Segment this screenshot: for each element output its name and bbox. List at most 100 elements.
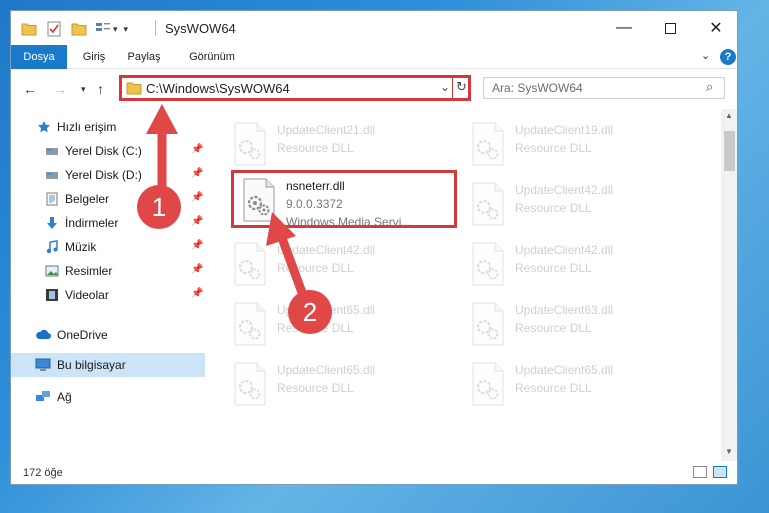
sidebar-item-label: OneDrive <box>57 328 108 342</box>
file-item[interactable]: UpdateClient42.dll Resource DLL <box>231 241 451 295</box>
file-name: UpdateClient19.dll <box>515 123 614 137</box>
file-name: UpdateClient42.dll <box>277 243 376 257</box>
sidebar-item-disk-d[interactable]: Yerel Disk (D:) 📌 <box>11 163 205 187</box>
sidebar-item-quick-access[interactable]: Hızlı erişim <box>11 115 205 139</box>
file-name: UpdateClient65.dll <box>277 303 376 317</box>
drive-icon <box>46 148 58 155</box>
dll-file-icon <box>472 362 504 406</box>
download-icon <box>47 217 57 229</box>
recent-locations-icon[interactable]: ▾ <box>81 84 86 95</box>
file-name: UpdateClient42.dll <box>515 243 614 257</box>
help-icon[interactable]: ? <box>720 49 736 65</box>
tab-giris[interactable]: Giriş <box>71 45 117 69</box>
tiles-view-icon[interactable] <box>713 466 727 478</box>
navigation-bar: ← → ▾ ↑ C:\Windows\SysWOW64 ⌄ ↻ Ara: Sys… <box>11 69 737 109</box>
sidebar-item-pictures[interactable]: Resimler 📌 <box>11 259 205 283</box>
quick-access-toolbar: ▾ ▾ <box>21 20 128 38</box>
title-divider <box>155 20 156 36</box>
file-type: Resource DLL <box>515 321 592 335</box>
tab-paylas[interactable]: Paylaş <box>119 45 169 69</box>
file-name: UpdateClient21.dll <box>277 123 376 137</box>
file-item-selected[interactable]: nsneterr.dll 9.0.0.3372 Windows Media Se… <box>240 177 460 231</box>
minimize-button[interactable]: — <box>601 11 647 45</box>
refresh-icon[interactable]: ↻ <box>456 79 467 95</box>
pin-icon[interactable]: 📌 <box>191 216 203 227</box>
minimize-icon: — <box>616 19 632 36</box>
details-view-icon[interactable] <box>693 466 707 478</box>
dll-file-icon <box>234 302 266 346</box>
search-icon[interactable]: ⌕ <box>706 79 713 95</box>
file-item[interactable]: UpdateClient65.dll Resource DLL <box>469 361 689 415</box>
sidebar-item-onedrive[interactable]: OneDrive <box>11 323 205 347</box>
sidebar-item-label: Ağ <box>57 390 72 404</box>
pin-icon[interactable]: 📌 <box>191 192 203 203</box>
scrollbar-thumb[interactable] <box>724 131 735 171</box>
address-text[interactable]: C:\Windows\SysWOW64 <box>146 81 290 96</box>
expand-ribbon-icon[interactable]: ⌄ <box>701 49 710 62</box>
pin-icon[interactable]: 📌 <box>191 264 203 275</box>
file-item[interactable]: UpdateClient65.dll Resource DLL <box>231 301 451 355</box>
close-button[interactable]: ✕ <box>693 11 737 45</box>
sidebar-item-label: Belgeler <box>65 192 110 206</box>
navigation-pane: Hızlı erişim Yerel Disk (C:) 📌 Yerel Dis… <box>11 109 207 461</box>
sidebar-item-network[interactable]: Ağ <box>11 385 205 409</box>
file-type: Resource DLL <box>277 261 354 275</box>
customize-toolbar-icon[interactable]: ▾ <box>124 24 129 35</box>
sidebar-item-documents[interactable]: Belgeler 📌 <box>11 187 205 211</box>
network-icon <box>36 391 50 401</box>
file-type: Resource DLL <box>277 381 354 395</box>
sidebar-item-label: Hızlı erişim <box>57 120 117 134</box>
dll-file-icon <box>472 122 504 166</box>
file-item[interactable]: UpdateClient42.dll Resource DLL <box>469 241 689 295</box>
scroll-down-icon[interactable]: ▼ <box>725 447 733 456</box>
window-title: SysWOW64 <box>165 21 236 36</box>
file-item[interactable]: UpdateClient65.dll Resource DLL <box>231 361 451 415</box>
chevron-down-icon[interactable]: ⌄ <box>440 80 450 94</box>
back-arrow-icon[interactable]: ← <box>23 81 37 97</box>
file-name: UpdateClient65.dll <box>515 363 614 377</box>
explorer-window: ▾ ▾ SysWOW64 — ✕ Dosya Giriş Paylaş Görü… <box>10 10 738 485</box>
forward-arrow-icon[interactable]: → <box>53 81 67 97</box>
sidebar-item-disk-c[interactable]: Yerel Disk (C:) 📌 <box>11 139 205 163</box>
file-type: Resource DLL <box>515 141 592 155</box>
address-bar[interactable]: C:\Windows\SysWOW64 ⌄ ↻ <box>119 75 471 101</box>
dll-file-icon <box>234 242 266 286</box>
tab-gorunum[interactable]: Görünüm <box>179 45 245 69</box>
folder-icon[interactable] <box>21 22 37 36</box>
pin-icon[interactable]: 📌 <box>191 240 203 251</box>
pictures-icon <box>45 265 59 277</box>
maximize-icon <box>664 22 676 34</box>
properties-icon[interactable] <box>47 21 61 37</box>
new-folder-icon[interactable] <box>71 22 87 36</box>
sidebar-item-videos[interactable]: Videolar 📌 <box>11 283 205 307</box>
file-description: Windows Media Servi... <box>286 215 412 229</box>
sidebar-item-downloads[interactable]: İndirmeler 📌 <box>11 211 205 235</box>
address-divider <box>452 78 453 98</box>
sidebar-item-music[interactable]: Müzik 📌 <box>11 235 205 259</box>
file-item[interactable]: UpdateClient21.dll Resource DLL <box>231 121 451 175</box>
pin-icon[interactable]: 📌 <box>191 288 203 299</box>
chevron-down-icon[interactable]: ▾ <box>113 24 118 35</box>
sidebar-item-this-pc[interactable]: Bu bilgisayar <box>11 353 205 377</box>
dll-file-icon <box>243 178 275 222</box>
scroll-up-icon[interactable]: ▲ <box>725 111 733 120</box>
file-type: Resource DLL <box>515 201 592 215</box>
vertical-scrollbar[interactable]: ▲ ▼ <box>721 109 737 461</box>
drive-icon <box>46 172 58 179</box>
pin-icon[interactable]: 📌 <box>191 168 203 179</box>
dll-file-icon <box>234 122 266 166</box>
view-options-icon[interactable] <box>95 22 111 36</box>
file-name: nsneterr.dll <box>286 179 345 193</box>
maximize-button[interactable] <box>647 11 693 45</box>
search-input[interactable]: Ara: SysWOW64 ⌕ <box>483 77 725 99</box>
file-item[interactable]: UpdateClient42.dll Resource DLL <box>469 181 689 235</box>
search-placeholder: Ara: SysWOW64 <box>492 81 583 95</box>
tab-dosya[interactable]: Dosya <box>11 45 67 69</box>
file-item[interactable]: UpdateClient63.dll Resource DLL <box>469 301 689 355</box>
item-count: 172 öğe <box>23 467 63 479</box>
file-item[interactable]: UpdateClient19.dll Resource DLL <box>469 121 689 175</box>
up-arrow-icon[interactable]: ↑ <box>97 81 104 97</box>
file-type: Resource DLL <box>515 261 592 275</box>
pin-icon[interactable]: 📌 <box>191 144 203 155</box>
file-list: UpdateClient21.dll Resource DLL UpdateClie… <box>207 109 721 461</box>
